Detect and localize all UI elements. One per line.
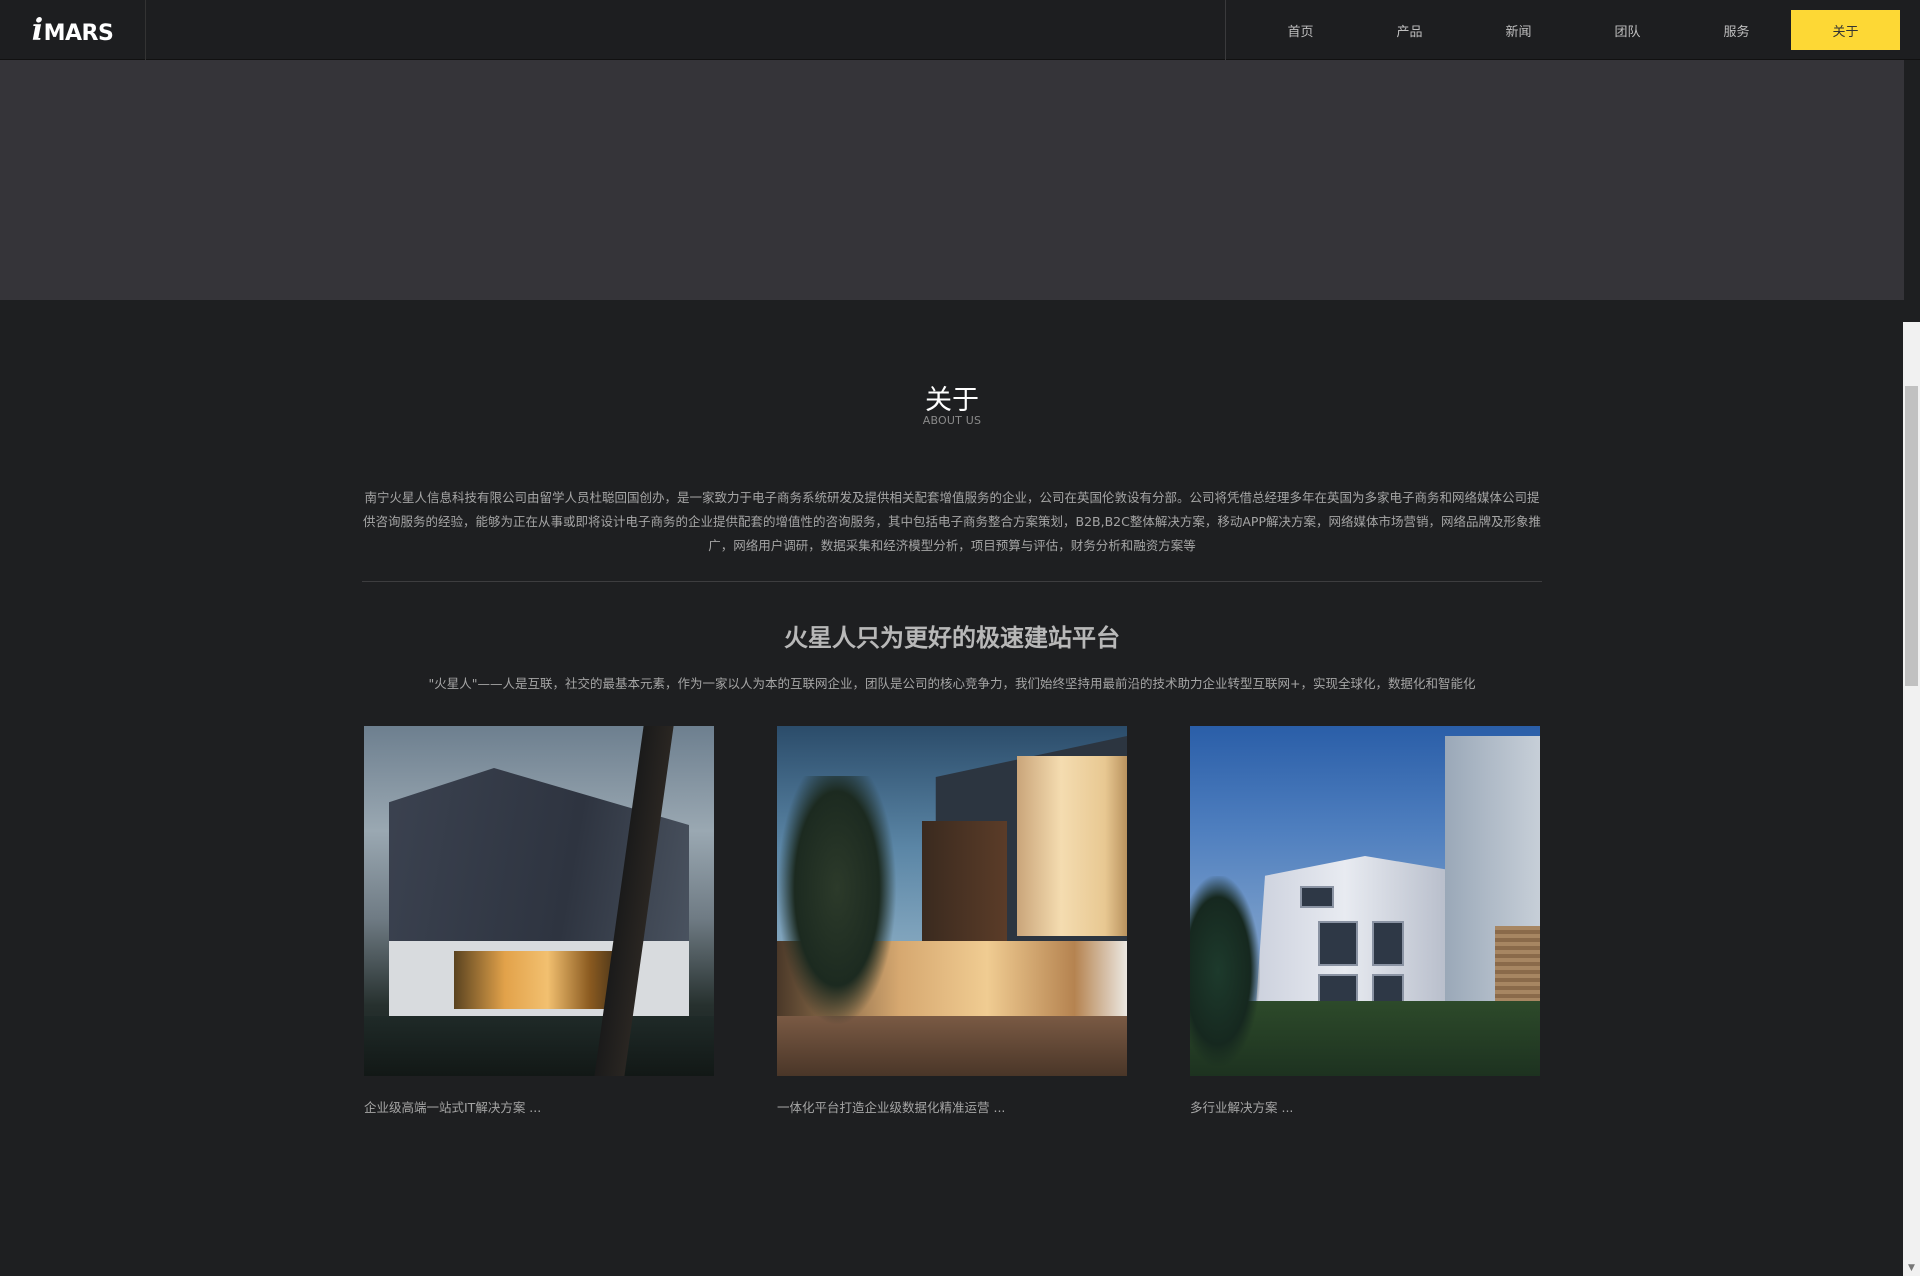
logo: iMARS — [32, 13, 114, 48]
nav-item-team[interactable]: 团队 — [1573, 10, 1682, 50]
solution-card-2[interactable]: 一体化平台打造企业级数据化精准运营 ... — [777, 726, 1127, 1116]
section-subtitle: ABOUT US — [922, 414, 982, 427]
slogan-description: "火星人"——人是互联，社交的最基本元素，作为一家以人为本的互联网企业，团队是公… — [428, 676, 1476, 691]
card-caption[interactable]: 企业级高端一站式IT解决方案 ... — [364, 1097, 714, 1116]
hero-banner — [0, 60, 1904, 300]
nav-divider — [1225, 0, 1226, 60]
scroll-down-arrow-icon[interactable]: ▼ — [1903, 1259, 1920, 1276]
logo-prefix: i — [31, 12, 43, 48]
card-image-villa-interior[interactable] — [777, 726, 1127, 1076]
slogan-heading: 火星人只为更好的极速建站平台 — [784, 624, 1120, 652]
main-nav: 首页 产品 新闻 团队 服务 关于 — [1246, 0, 1900, 60]
card-caption[interactable]: 多行业解决方案 ... — [1190, 1097, 1540, 1116]
nav-item-home[interactable]: 首页 — [1246, 10, 1355, 50]
nav-item-products[interactable]: 产品 — [1355, 10, 1464, 50]
card-image-townhouse[interactable] — [1190, 726, 1540, 1076]
page-scrollbar[interactable]: ▼ — [1903, 322, 1920, 1276]
solution-card-1[interactable]: 企业级高端一站式IT解决方案 ... — [364, 726, 714, 1116]
top-header: iMARS 首页 产品 新闻 团队 服务 关于 — [0, 0, 1920, 60]
logo-link[interactable]: iMARS — [0, 0, 146, 60]
nav-item-news[interactable]: 新闻 — [1464, 10, 1573, 50]
card-image-modern-house[interactable] — [364, 726, 714, 1076]
solution-card-3[interactable]: 多行业解决方案 ... — [1190, 726, 1540, 1116]
nav-item-services[interactable]: 服务 — [1682, 10, 1791, 50]
section-divider — [362, 581, 1542, 582]
card-caption[interactable]: 一体化平台打造企业级数据化精准运营 ... — [777, 1097, 1127, 1116]
about-description: 南宁火星人信息科技有限公司由留学人员杜聪回国创办，是一家致力于电子商务系统研发及… — [363, 490, 1541, 553]
logo-text: MARS — [43, 20, 114, 46]
section-title: 关于 — [925, 385, 979, 416]
nav-item-about[interactable]: 关于 — [1791, 10, 1900, 50]
scrollbar-thumb[interactable] — [1905, 386, 1918, 686]
